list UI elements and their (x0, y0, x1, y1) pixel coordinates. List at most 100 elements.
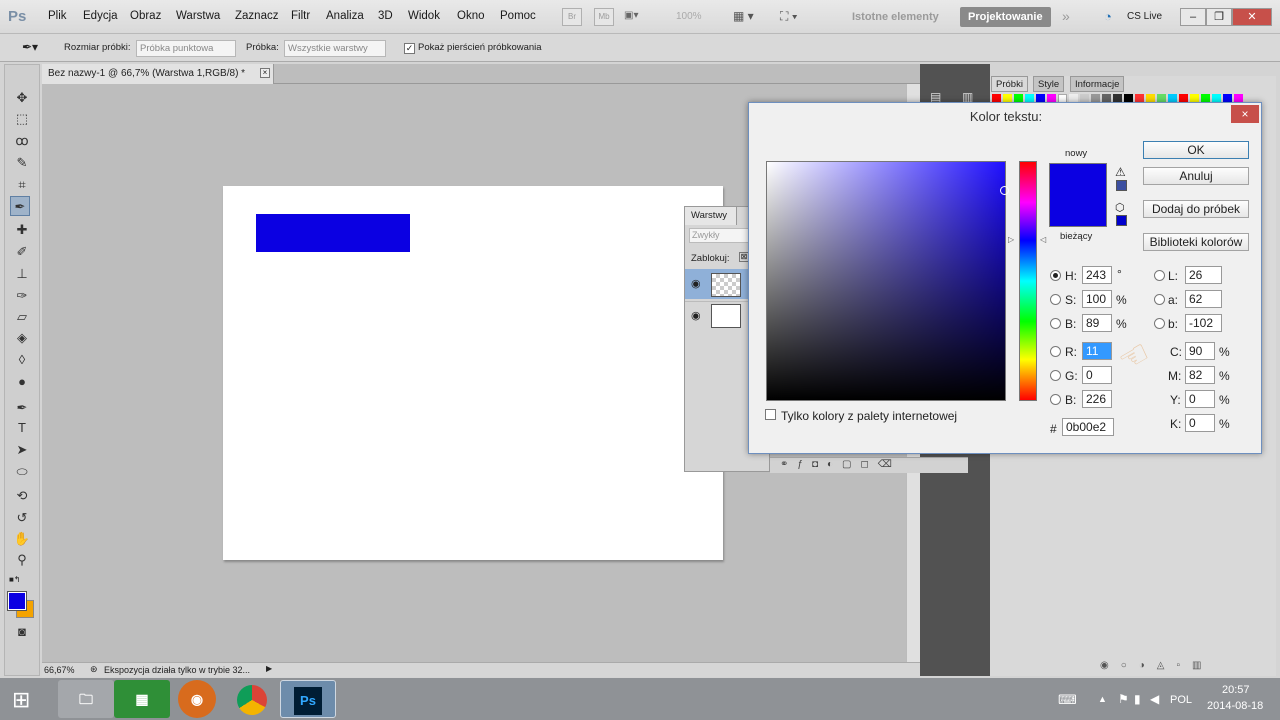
blend-mode-select[interactable]: Zwykły (689, 228, 749, 243)
path-select-icon[interactable]: ➤ (12, 440, 32, 460)
ok-button[interactable]: OK (1143, 141, 1249, 159)
lab-b-field[interactable]: -102 (1185, 314, 1222, 332)
menu-3d[interactable]: 3D (378, 10, 393, 22)
menu-edit[interactable]: Edycja (83, 10, 118, 22)
menu-window[interactable]: Okno (457, 10, 485, 22)
brightness-field[interactable]: 89 (1082, 314, 1112, 332)
zoom-tool-icon[interactable]: ⚲ (12, 550, 32, 570)
menu-image[interactable]: Obraz (130, 10, 161, 22)
green-radio[interactable] (1050, 370, 1061, 381)
crop-tool-icon[interactable]: ⌗ (12, 175, 32, 195)
cyan-field[interactable]: 90 (1185, 342, 1215, 360)
minimize-icon[interactable]: – (1180, 8, 1206, 26)
tab-swatches[interactable]: Próbki (991, 76, 1028, 92)
lab-a-field[interactable]: 62 (1185, 290, 1222, 308)
green-field[interactable]: 0 (1082, 366, 1112, 384)
show-hidden-icons[interactable]: ▲ (1098, 694, 1107, 704)
web-safe-color-swatch[interactable] (1116, 215, 1127, 226)
cs-live-menu[interactable]: CS Live (1127, 11, 1162, 22)
zoom-percent[interactable]: 66,67% (44, 665, 75, 675)
firefox-taskbar-icon[interactable]: ◉ (178, 680, 216, 718)
keyboard-icon[interactable]: ⌨ (1058, 692, 1077, 708)
hue-arrow-left-icon[interactable]: ▷ (1008, 235, 1014, 244)
power-icon[interactable]: ▮ (1134, 692, 1141, 706)
quick-mask-icon[interactable]: ◙ (12, 622, 32, 642)
3d-rotate-icon[interactable]: ⟲ (12, 486, 32, 506)
dodge-tool-icon[interactable]: ● (12, 372, 32, 392)
gamut-warning-icon[interactable]: ⚠ (1115, 165, 1126, 179)
clone-stamp-icon[interactable]: ⊥ (12, 264, 32, 284)
status-menu-arrow-icon[interactable]: ▶ (266, 664, 272, 673)
eraser-tool-icon[interactable]: ▱ (12, 307, 32, 327)
hue-slider[interactable] (1019, 161, 1037, 401)
screen-mode-icon[interactable]: ⛶ ▾ (780, 9, 798, 24)
close-window-icon[interactable]: ✕ (1232, 8, 1272, 26)
menu-view[interactable]: Widok (408, 10, 440, 22)
cancel-button[interactable]: Anuluj (1143, 167, 1249, 185)
paint-bucket-icon[interactable]: ◈ (12, 328, 32, 348)
tab-styles[interactable]: Style (1033, 76, 1065, 92)
workspace-essentials[interactable]: Istotne elementy (844, 7, 947, 27)
sample-size-select[interactable]: Próbka punktowa (136, 40, 236, 57)
explorer-taskbar-icon[interactable]: 🗀 (58, 680, 114, 718)
brightness-radio[interactable] (1050, 318, 1061, 329)
volume-icon[interactable]: ◀ (1150, 692, 1159, 706)
hue-radio[interactable] (1050, 270, 1061, 281)
hex-field[interactable]: 0b00e2 (1062, 418, 1114, 436)
mini-bridge-button[interactable]: Mb (594, 8, 614, 26)
hand-tool-icon[interactable]: ▣▾ (624, 10, 638, 21)
workspace-design[interactable]: Projektowanie (960, 7, 1051, 27)
lab-l-field[interactable]: 26 (1185, 266, 1222, 284)
input-language[interactable]: POL (1170, 694, 1192, 706)
color-field-marker[interactable] (1000, 186, 1009, 195)
store-taskbar-icon[interactable]: ▦ (114, 680, 170, 718)
web-colors-checkbox[interactable] (765, 409, 776, 420)
red-radio[interactable] (1050, 346, 1061, 357)
magenta-field[interactable]: 82 (1185, 366, 1215, 384)
saturation-radio[interactable] (1050, 294, 1061, 305)
visibility-eye-icon[interactable]: ◉ (691, 277, 701, 290)
clock-date[interactable]: 2014-08-18 (1207, 700, 1263, 712)
quick-select-tool-icon[interactable]: ✎ (12, 153, 32, 173)
menu-layer[interactable]: Warstwa (176, 10, 220, 22)
move-tool-icon[interactable]: ✥ (12, 88, 32, 108)
history-brush-icon[interactable]: ✑ (12, 286, 32, 306)
hand-tool-icon[interactable]: ✋ (12, 529, 32, 549)
eyedropper-tool-icon[interactable]: ✒ (10, 196, 30, 216)
menu-analysis[interactable]: Analiza (326, 10, 364, 22)
blue-rectangle-layer[interactable] (256, 214, 410, 252)
blue-radio[interactable] (1050, 394, 1061, 405)
pen-tool-icon[interactable]: ✒ (12, 398, 32, 418)
layers-footer-icons[interactable]: ⚭ƒ◘◐▢◻⌫ (780, 459, 901, 470)
lightness-radio[interactable] (1154, 270, 1165, 281)
clock-time[interactable]: 20:57 (1222, 684, 1250, 696)
blur-tool-icon[interactable]: ◊ (12, 350, 32, 370)
layers-tab[interactable]: Warstwy (685, 207, 737, 225)
menu-file[interactable]: Plik (48, 10, 67, 22)
marquee-tool-icon[interactable]: ⬚ (12, 109, 32, 129)
gamut-color-swatch[interactable] (1116, 180, 1127, 191)
show-ring-checkbox[interactable]: ✓ (404, 43, 415, 54)
saturation-field[interactable]: 100 (1082, 290, 1112, 308)
eyedropper-preset-icon[interactable]: ✒▾ (22, 40, 38, 54)
sample-select[interactable]: Wszystkie warstwy (284, 40, 386, 57)
ellipse-tool-icon[interactable]: ⬭ (12, 462, 32, 482)
visibility-eye-icon[interactable]: ◉ (691, 309, 701, 322)
hue-field[interactable]: 243 (1082, 266, 1112, 284)
chrome-taskbar-icon[interactable] (224, 680, 280, 718)
tab-info[interactable]: Informacje (1070, 76, 1125, 92)
color-libraries-button[interactable]: Biblioteki kolorów (1143, 233, 1249, 251)
photoshop-taskbar-icon[interactable]: Ps (280, 680, 336, 718)
3d-orbit-icon[interactable]: ↺ (12, 508, 32, 528)
red-field[interactable]: 11 (1082, 342, 1112, 360)
healing-brush-icon[interactable]: ✚ (12, 220, 32, 240)
lasso-tool-icon[interactable]: ꝏ (12, 131, 32, 151)
menu-help[interactable]: Pomoc (500, 10, 536, 22)
dialog-close-button[interactable]: × (1231, 105, 1259, 123)
menu-filter[interactable]: Filtr (291, 10, 310, 22)
hue-arrow-right-icon[interactable]: ◁ (1040, 235, 1046, 244)
zoom-level-select[interactable]: 100% (676, 11, 702, 22)
foreground-color-swatch[interactable] (7, 591, 27, 611)
arrange-documents-icon[interactable]: ▦ ▾ (733, 9, 754, 23)
lab-a-radio[interactable] (1154, 294, 1165, 305)
